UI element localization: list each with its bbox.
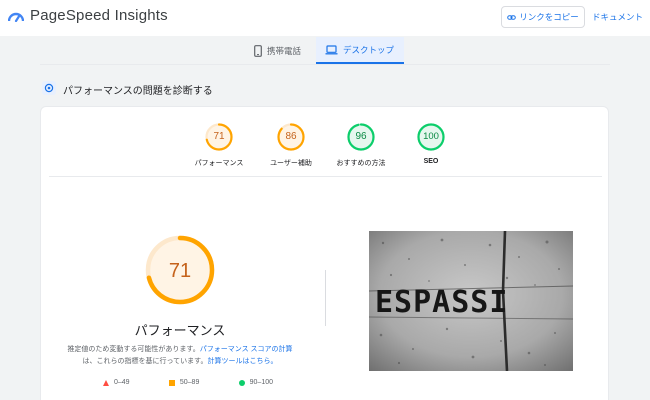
top-bar: PageSpeed Insights リンクをコピー ドキュメント xyxy=(0,0,650,36)
copy-link-label: リンクをコピー xyxy=(519,12,579,22)
legend-item-pass: 90–100 xyxy=(238,379,273,386)
score-summary: 71 パフォーマンス 86 ユーザー補助 96 おすすめの方法 100 SEO xyxy=(41,107,610,177)
gauge-seo[interactable]: 100 SEO xyxy=(391,122,471,165)
page-screenshot: ESPASSI xyxy=(369,231,573,371)
gauge-accessibility[interactable]: 86 ユーザー補助 xyxy=(251,122,331,168)
device-tabs: 携帯電話 デスクトップ xyxy=(245,37,405,64)
app-title: PageSpeed Insights xyxy=(30,7,168,24)
performance-score: 71 xyxy=(168,260,192,282)
calculator-link[interactable]: 計算ツールはこちら。 xyxy=(207,358,277,365)
summary-divider xyxy=(49,176,602,177)
gauge-performance[interactable]: 71 パフォーマンス xyxy=(179,122,259,168)
docs-link[interactable]: ドキュメント xyxy=(592,11,643,23)
screenshot-sign-text: ESPASSI xyxy=(375,285,508,320)
score-value: 71 xyxy=(213,131,225,142)
legend-range: 90–100 xyxy=(249,379,273,386)
pagespeed-logo-icon xyxy=(8,12,24,22)
link-icon xyxy=(507,14,517,20)
square-icon xyxy=(168,379,175,386)
score-note: 推定値のため変動する可能性があります。パフォーマンス スコアの計算 は、これらの… xyxy=(55,344,305,368)
note-text: は、これらの指標を基に行っています。 xyxy=(82,358,208,365)
tab-mobile[interactable]: 携帯電話 xyxy=(245,37,316,64)
score-legend: 0–49 50–89 90–100 xyxy=(103,379,273,386)
score-label: パフォーマンス xyxy=(194,160,244,167)
legend-range: 0–49 xyxy=(114,379,130,386)
score-label: ユーザー補助 xyxy=(270,160,312,167)
smartphone-icon xyxy=(254,44,262,57)
diagnose-icon xyxy=(42,81,56,95)
score-value: 86 xyxy=(285,131,297,142)
performance-card: 71 パフォーマンス 86 ユーザー補助 96 おすすめの方法 100 SEO … xyxy=(40,106,609,400)
score-label: SEO xyxy=(423,158,439,165)
legend-item-fail: 0–49 xyxy=(103,379,130,386)
score-value: 96 xyxy=(355,131,367,142)
legend-item-average: 50–89 xyxy=(168,379,200,386)
tabs-divider xyxy=(40,64,610,65)
tab-desktop-label: デスクトップ xyxy=(343,44,395,55)
column-divider xyxy=(325,270,326,326)
copy-link-button[interactable]: リンクをコピー xyxy=(501,6,585,28)
laptop-icon xyxy=(325,44,338,54)
performance-title: パフォーマンス xyxy=(134,323,226,338)
circle-icon xyxy=(238,379,245,386)
score-value: 100 xyxy=(423,131,439,142)
score-label: おすすめの方法 xyxy=(336,160,386,167)
tab-mobile-label: 携帯電話 xyxy=(267,45,302,56)
score-calc-link[interactable]: パフォーマンス スコアの計算 xyxy=(200,346,293,353)
gauge-best-practices[interactable]: 96 おすすめの方法 xyxy=(321,122,401,168)
triangle-icon xyxy=(103,379,109,386)
tab-desktop[interactable]: デスクトップ xyxy=(316,37,404,64)
note-text: 推定値のため変動する可能性があります。 xyxy=(67,346,200,353)
legend-range: 50–89 xyxy=(179,379,200,386)
section-title: パフォーマンスの問題を診断する xyxy=(63,86,213,97)
